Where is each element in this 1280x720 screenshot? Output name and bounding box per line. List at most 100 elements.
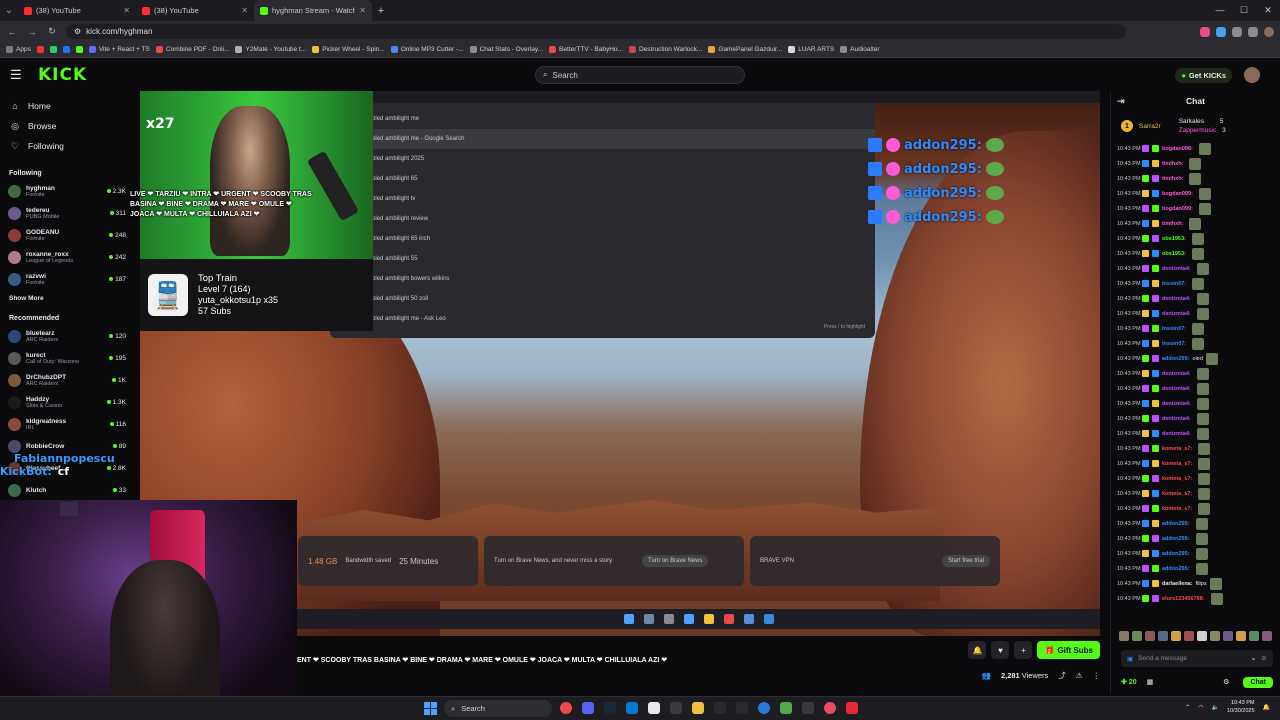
sidebar-channel[interactable]: razvwi Fortnite 187 <box>0 268 132 290</box>
forward-icon[interactable]: → <box>26 27 38 37</box>
emote-icon[interactable] <box>1262 631 1272 641</box>
chat-message[interactable]: 10:43 PM timihxh: <box>1117 171 1274 186</box>
message-user[interactable]: denizmta4: <box>1162 431 1191 437</box>
chat-message[interactable]: 10:43 PM timihxh: <box>1117 216 1274 231</box>
bookmark[interactable]: GamePanel Gazduir... <box>708 46 782 53</box>
nav-following[interactable]: ♡ Following <box>0 136 132 156</box>
emoji-icon[interactable]: ☺ <box>1260 655 1267 662</box>
message-user[interactable]: addon295: <box>1162 551 1190 557</box>
emote-icon[interactable] <box>1145 631 1155 641</box>
message-user[interactable]: denizmta4: <box>1162 416 1191 422</box>
close-window-icon[interactable]: ✕ <box>1256 0 1280 21</box>
emote-icon[interactable] <box>1184 631 1194 641</box>
message-user[interactable]: kometa_s7: <box>1162 491 1192 497</box>
browser-tab-active[interactable]: hyghman Stream - Watch Live ✕ <box>254 0 372 21</box>
close-tab-icon[interactable]: ✕ <box>359 6 366 15</box>
sidebar-channel[interactable]: Haddzy Slots & Casino 1.3K <box>0 391 132 413</box>
close-tab-icon[interactable]: ✕ <box>123 6 130 15</box>
calendar-icon[interactable]: ▦ <box>1147 678 1154 686</box>
bookmark[interactable] <box>62 46 70 53</box>
message-user[interactable]: obs1953: <box>1162 236 1186 242</box>
report-icon[interactable]: ⚠ <box>1076 671 1083 680</box>
chat-message[interactable]: 10:43 PM addon295: <box>1117 516 1274 531</box>
message-user[interactable]: denizmta4: <box>1162 296 1191 302</box>
extension-icon[interactable] <box>1200 26 1210 37</box>
chat-message[interactable]: 10:43 PM denizmta4: <box>1117 381 1274 396</box>
bookmark[interactable]: Audioalter <box>840 46 880 53</box>
chat-message[interactable]: 10:43 PM addon295: <box>1117 546 1274 561</box>
chat-message-input[interactable]: ▣ Send a message ⌁ ☺ <box>1121 650 1273 667</box>
notifications-icon[interactable]: 🔔 <box>1263 704 1270 711</box>
app-icon[interactable] <box>758 702 770 714</box>
show-more-link[interactable]: Show More <box>0 290 132 307</box>
settings-icon[interactable]: ⚙ <box>1223 678 1229 686</box>
send-chat-button[interactable]: Chat <box>1243 676 1273 688</box>
bookmark[interactable]: Combine PDF - Onli... <box>155 46 229 53</box>
chat-message[interactable]: 10:43 PM addon295: <box>1117 531 1274 546</box>
emote-icon[interactable] <box>1171 631 1181 641</box>
tray-chevron-icon[interactable]: ⌃ <box>1185 704 1190 711</box>
chat-message[interactable]: 10:43 PM kometa_s7: <box>1117 441 1274 456</box>
app-icon[interactable] <box>802 702 814 714</box>
menu-icon[interactable]: ☰ <box>10 67 30 83</box>
browser-tab[interactable]: (38) YouTube ✕ <box>18 0 136 21</box>
app-icon[interactable] <box>824 702 836 714</box>
close-tab-icon[interactable]: ✕ <box>241 6 248 15</box>
message-user[interactable]: timihxh: <box>1162 161 1183 167</box>
sidebar-channel[interactable]: roxanne_roxx League of Legends 242 <box>0 246 132 268</box>
app-icon[interactable] <box>714 702 726 714</box>
bookmark[interactable]: BetterTTV - BabyHo... <box>549 46 623 53</box>
app-icon[interactable] <box>780 702 792 714</box>
emote-icon[interactable] <box>1223 631 1233 641</box>
chat-message[interactable]: 10:43 PM addon295: <box>1117 561 1274 576</box>
message-user[interactable]: addon295: <box>1162 536 1190 542</box>
emote-icon[interactable] <box>1249 631 1259 641</box>
discord-icon[interactable] <box>582 702 594 714</box>
share-icon[interactable]: ⤴ <box>1058 670 1066 681</box>
follow-heart-icon[interactable]: ♥ <box>991 641 1010 659</box>
message-user[interactable]: denizmta4: <box>1162 371 1191 377</box>
message-user[interactable]: denizmta4: <box>1162 266 1191 272</box>
extension-icon[interactable] <box>1232 26 1242 37</box>
bookmark[interactable] <box>36 46 44 53</box>
user-avatar[interactable] <box>1244 67 1260 83</box>
chat-message[interactable]: 10:43 PM kometa_s7: <box>1117 456 1274 471</box>
message-user[interactable]: kometa_s7: <box>1162 461 1192 467</box>
steam-icon[interactable] <box>604 702 616 714</box>
bookmark[interactable]: Picker Wheel - Spin... <box>312 46 385 53</box>
kick-logo[interactable]: KICK <box>38 65 87 85</box>
start-button[interactable] <box>424 702 437 715</box>
message-user[interactable]: denizmta4: <box>1162 386 1191 392</box>
profile-icon[interactable] <box>1264 26 1274 37</box>
sidebar-channel[interactable]: hyghman Fortnite 2.3K <box>0 180 132 202</box>
chat-message[interactable]: 10:43 PM addon295: oled <box>1117 351 1274 366</box>
gift-subs-button[interactable]: 🎁 Gift Subs <box>1037 641 1100 659</box>
maximize-icon[interactable]: ☐ <box>1232 0 1256 21</box>
message-user[interactable]: addon295: <box>1162 566 1190 572</box>
chat-message[interactable]: 10:43 PM lnsoin07: <box>1117 321 1274 336</box>
notification-bell-icon[interactable]: 🔔 <box>968 641 987 659</box>
sidebar-channel[interactable]: kidgreatness IRL 116 <box>0 413 132 435</box>
message-user[interactable]: obs1953: <box>1162 251 1186 257</box>
chat-message[interactable]: 10:43 PM lnsoin07: <box>1117 276 1274 291</box>
message-user[interactable]: denizmta4: <box>1162 401 1191 407</box>
message-user[interactable]: darlaellena: <box>1162 581 1193 587</box>
message-user[interactable]: timihxh: <box>1162 221 1183 227</box>
chat-message[interactable]: 10:43 PM kometa_s7: <box>1117 471 1274 486</box>
emote-icon[interactable] <box>1236 631 1246 641</box>
message-user[interactable]: addon295: <box>1162 521 1190 527</box>
extension-icon[interactable] <box>1216 26 1226 37</box>
tab-list-icon[interactable]: ⌄ <box>0 5 18 16</box>
chat-message[interactable]: 10:43 PM denizmta4: <box>1117 426 1274 441</box>
sidebar-channel[interactable]: bluetearz ARC Raiders 120 <box>0 325 132 347</box>
add-icon[interactable]: + <box>1014 641 1033 659</box>
chat-message[interactable]: 10:43 PM denizmta4: <box>1117 411 1274 426</box>
message-user[interactable]: kometa_s7: <box>1162 506 1192 512</box>
browser-tab[interactable]: (38) YouTube ✕ <box>136 0 254 21</box>
message-user[interactable]: kometa_s7: <box>1162 446 1192 452</box>
chat-message[interactable]: 10:43 PM denizmta4: <box>1117 366 1274 381</box>
sidebar-channel[interactable]: GODEANU Fortnite 248 <box>0 224 132 246</box>
clock[interactable]: 10:43 PM 10/30/2025 <box>1227 699 1255 715</box>
new-tab-button[interactable]: + <box>372 5 390 17</box>
chat-message[interactable]: 10:43 PM bogdan098: <box>1117 141 1274 156</box>
